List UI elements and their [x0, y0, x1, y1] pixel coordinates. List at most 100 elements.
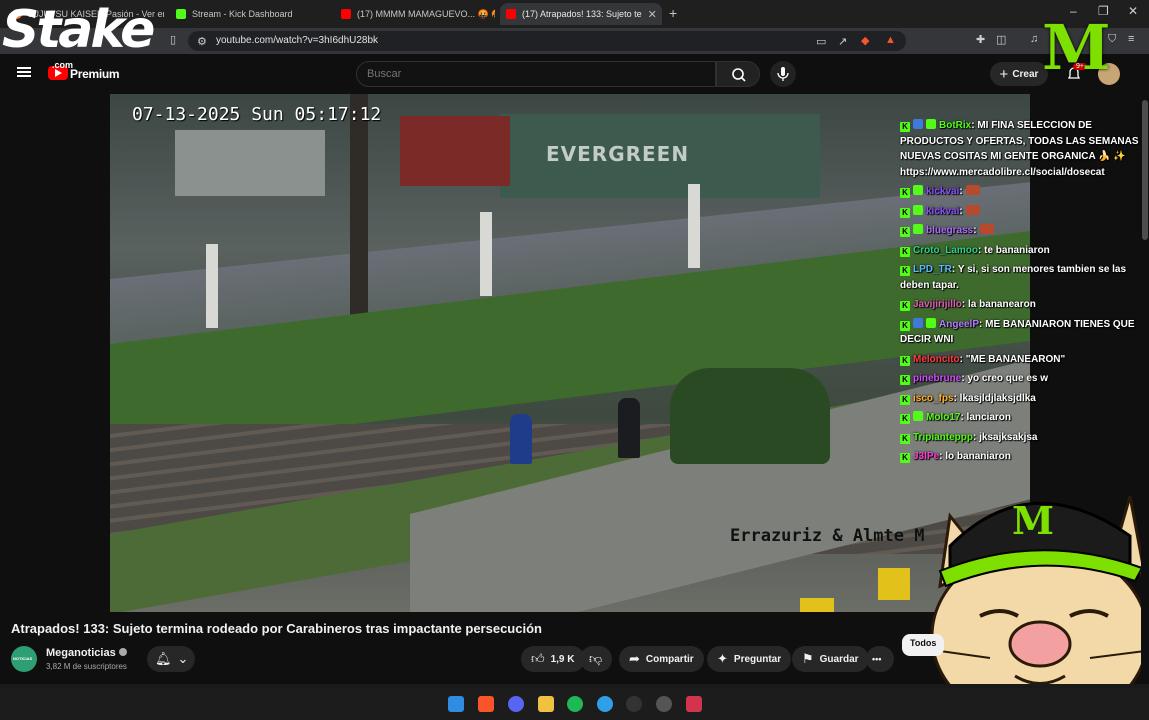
share-icon[interactable]: ↗	[838, 35, 847, 48]
plus-icon: +	[999, 65, 1009, 83]
search-box[interactable]	[356, 61, 716, 87]
kick-platform-icon: K	[900, 394, 910, 405]
brave-browser-icon[interactable]	[478, 696, 494, 712]
chat-message: K Tripianteppp: jksajksakjsa	[900, 430, 1140, 446]
media-icon[interactable]: ♫	[1030, 33, 1038, 45]
svg-text:M: M	[1012, 498, 1054, 543]
dislike-button[interactable]: 👎︎	[580, 646, 612, 672]
kick-platform-icon: K	[900, 453, 910, 463]
valorant-icon[interactable]	[686, 696, 702, 712]
kick-platform-icon: K	[900, 433, 910, 444]
chat-emote-icon	[965, 185, 980, 195]
chat-text: : MI FINA SELECCION DE PRODUCTOS Y OFERT…	[900, 120, 1139, 178]
save-button[interactable]: ⚑ Guardar	[792, 646, 869, 672]
chat-badge-icon	[913, 317, 923, 328]
thumbs-up-icon: 👍︎	[531, 651, 545, 666]
chat-text: : "ME BANANEARON"	[959, 353, 1066, 365]
sparkle-icon: ✦	[717, 651, 728, 666]
tab-youtube-atrapados[interactable]: (17) Atrapados! 133: Sujeto te ✕	[500, 3, 662, 25]
channel-name-text: Meganoticias	[46, 647, 116, 659]
channel-avatar[interactable]: NOTICIAS	[11, 646, 37, 672]
bookmark-icon: ⚑	[802, 651, 814, 666]
shipping-container	[400, 116, 510, 186]
chat-badge-icon	[913, 119, 923, 129]
share-arrow-icon: ➦	[629, 651, 640, 666]
close-tab-icon[interactable]: ✕	[642, 8, 657, 21]
chip-all[interactable]: Todos	[902, 634, 945, 656]
chat-message: K Meloncito: "ME BANANEARON"	[900, 352, 1140, 368]
subscriber-count: 3,82 M de suscriptores	[46, 662, 127, 671]
kick-platform-icon: K	[900, 320, 910, 331]
tab-kick-dashboard[interactable]: Stream - Kick Dashboard	[170, 3, 332, 25]
like-button[interactable]: 👍︎ 1,9 K	[521, 646, 585, 672]
site-settings-icon[interactable]: ⚙	[197, 35, 207, 48]
chat-username: Tripianteppp	[913, 431, 973, 443]
menu-icon[interactable]: ≡	[1128, 33, 1134, 45]
thumbs-down-icon: 👎︎	[589, 651, 603, 666]
menu-hamburger-icon[interactable]	[17, 67, 31, 77]
tab-youtube-mamaguevo[interactable]: (17) MMMM MAMAGUEVO... 🤬 🤬	[335, 3, 495, 25]
steam-icon[interactable]	[656, 696, 672, 712]
chat-text: : yo creo que es w	[961, 373, 1049, 384]
chat-text: : lkasjldjlaksjdlka	[953, 392, 1036, 404]
obs-icon[interactable]	[626, 696, 642, 712]
voice-search-button[interactable]	[770, 61, 796, 87]
brave-rewards-icon[interactable]: ▲	[885, 34, 896, 46]
chat-text: :	[959, 186, 963, 197]
brave-shield-icon[interactable]: ◆	[861, 34, 869, 47]
chat-text: : te bananiaron	[978, 244, 1050, 256]
ask-button[interactable]: ✦ Preguntar	[707, 646, 792, 672]
chevron-down-icon: ⌄	[177, 651, 189, 666]
kick-platform-icon: K	[900, 266, 910, 276]
fence-post	[206, 244, 218, 328]
youtube-icon	[341, 9, 351, 19]
address-bar[interactable]: ⚙ youtube.com/watch?v=3hI6dhU28bk ▭ ↗ ◆ …	[188, 31, 906, 51]
stream-chat-overlay: K BotRix: MI FINA SELECCION DE PRODUCTOS …	[900, 118, 1140, 469]
chat-username: isco_fps	[913, 392, 954, 404]
yellow-bollard	[800, 598, 834, 612]
search-button[interactable]	[716, 61, 760, 87]
more-actions-button[interactable]: •••	[866, 646, 894, 672]
channel-name[interactable]: Meganoticias	[46, 647, 127, 659]
share-button[interactable]: ➦ Compartir	[619, 646, 704, 672]
tab-label: (17) Atrapados! 133: Sujeto te	[522, 9, 642, 19]
like-count: 1,9 K	[550, 653, 575, 665]
create-button[interactable]: + Crear	[990, 62, 1048, 86]
chat-username: Javijirijillo	[913, 299, 962, 310]
ask-label: Preguntar	[733, 653, 782, 665]
kick-platform-icon: K	[900, 207, 910, 218]
chat-message: K BotRix: MI FINA SELECCION DE PRODUCTOS …	[900, 118, 1140, 180]
video-player[interactable]: EVERGREEN 07-13-2025 Sun 05:17:12 Errazu…	[110, 94, 1030, 612]
chat-badge-icon	[913, 204, 923, 215]
windows-start-icon[interactable]	[448, 696, 464, 712]
url-text: youtube.com/watch?v=3hI6dhU28bk	[216, 35, 379, 46]
edge-icon[interactable]	[597, 696, 613, 712]
kick-platform-icon: K	[900, 301, 910, 311]
chat-message: K J3lPe: lo bananiaron	[900, 449, 1140, 465]
tab-label: (17) MMMM MAMAGUEVO... 🤬 🤬	[357, 8, 495, 19]
new-tab-button[interactable]: +	[669, 5, 677, 21]
extensions-icon[interactable]: ✚	[976, 33, 985, 46]
chat-message: Kpinebrune: yo creo que es w	[900, 371, 1140, 387]
sidebar-icon[interactable]: ◫	[996, 33, 1006, 46]
notifications-bell-button[interactable]: 🔔︎ ⌄	[147, 646, 195, 672]
search-input[interactable]	[367, 68, 697, 80]
screen: JUJUTSU KAISEN Pasión - Ver en Cru Strea…	[0, 0, 1149, 720]
scrollbar-thumb[interactable]	[1142, 100, 1148, 240]
chat-message: Kkickvai:	[900, 204, 1140, 220]
kick-icon	[176, 9, 186, 19]
cast-icon[interactable]: ▭	[816, 35, 826, 48]
chat-badge-icon	[913, 411, 923, 421]
spotify-icon[interactable]	[567, 696, 583, 712]
file-explorer-icon[interactable]	[538, 696, 554, 712]
chat-username: bluegrass	[926, 225, 974, 236]
bookmark-icon[interactable]: ▯	[170, 33, 176, 46]
chat-message: K Croto_Lamoo: te bananiaron	[900, 243, 1140, 259]
channel-avatar-text: NOTICIAS	[13, 656, 33, 661]
tree-trunk	[350, 94, 368, 334]
person-figure	[510, 414, 532, 464]
chat-text: : lo bananiaron	[939, 451, 1011, 462]
hedge	[670, 368, 830, 464]
close-window-button[interactable]: ✕	[1128, 4, 1138, 18]
discord-icon[interactable]	[508, 696, 524, 712]
